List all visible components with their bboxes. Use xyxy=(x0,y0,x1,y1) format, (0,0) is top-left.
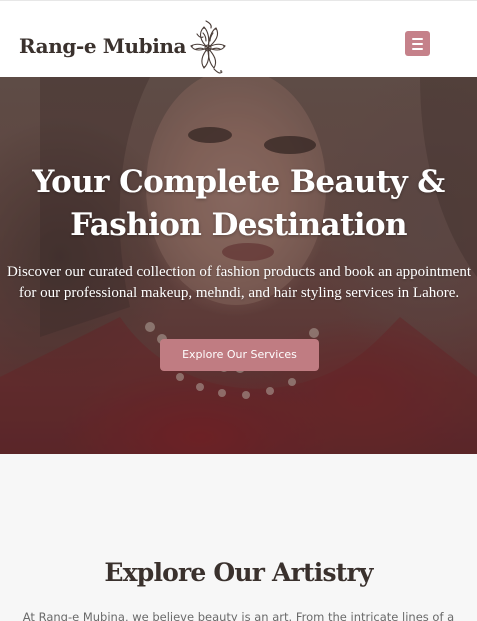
brand-name: Rang-e Mubina xyxy=(19,33,187,58)
artistry-intro-text: At Rang-e Mubina, we believe beauty is a… xyxy=(22,610,455,621)
hero-title: Your Complete Beauty & Fashion Destinati… xyxy=(32,164,445,243)
hero-banner: Your Complete Beauty & Fashion Destinati… xyxy=(0,77,477,454)
menu-bar-1 xyxy=(412,37,423,40)
hero-subtitle: Discover our curated collection of fashi… xyxy=(6,264,472,301)
menu-bar-2 xyxy=(412,42,423,45)
brand-logo-link[interactable]: Rang-e Mubina xyxy=(19,18,228,74)
henna-flower-icon xyxy=(190,19,226,74)
hamburger-menu-icon[interactable] xyxy=(405,31,430,56)
explore-services-button[interactable]: Explore Our Services xyxy=(160,339,319,371)
menu-bar-3 xyxy=(412,47,423,50)
hero-content: Your Complete Beauty & Fashion Destinati… xyxy=(0,77,477,454)
page: Rang-e Mubina Your Complete Beauty & Fas… xyxy=(0,0,477,621)
artistry-section-title: Explore Our Artistry xyxy=(104,558,373,587)
site-header: Rang-e Mubina xyxy=(0,0,477,77)
